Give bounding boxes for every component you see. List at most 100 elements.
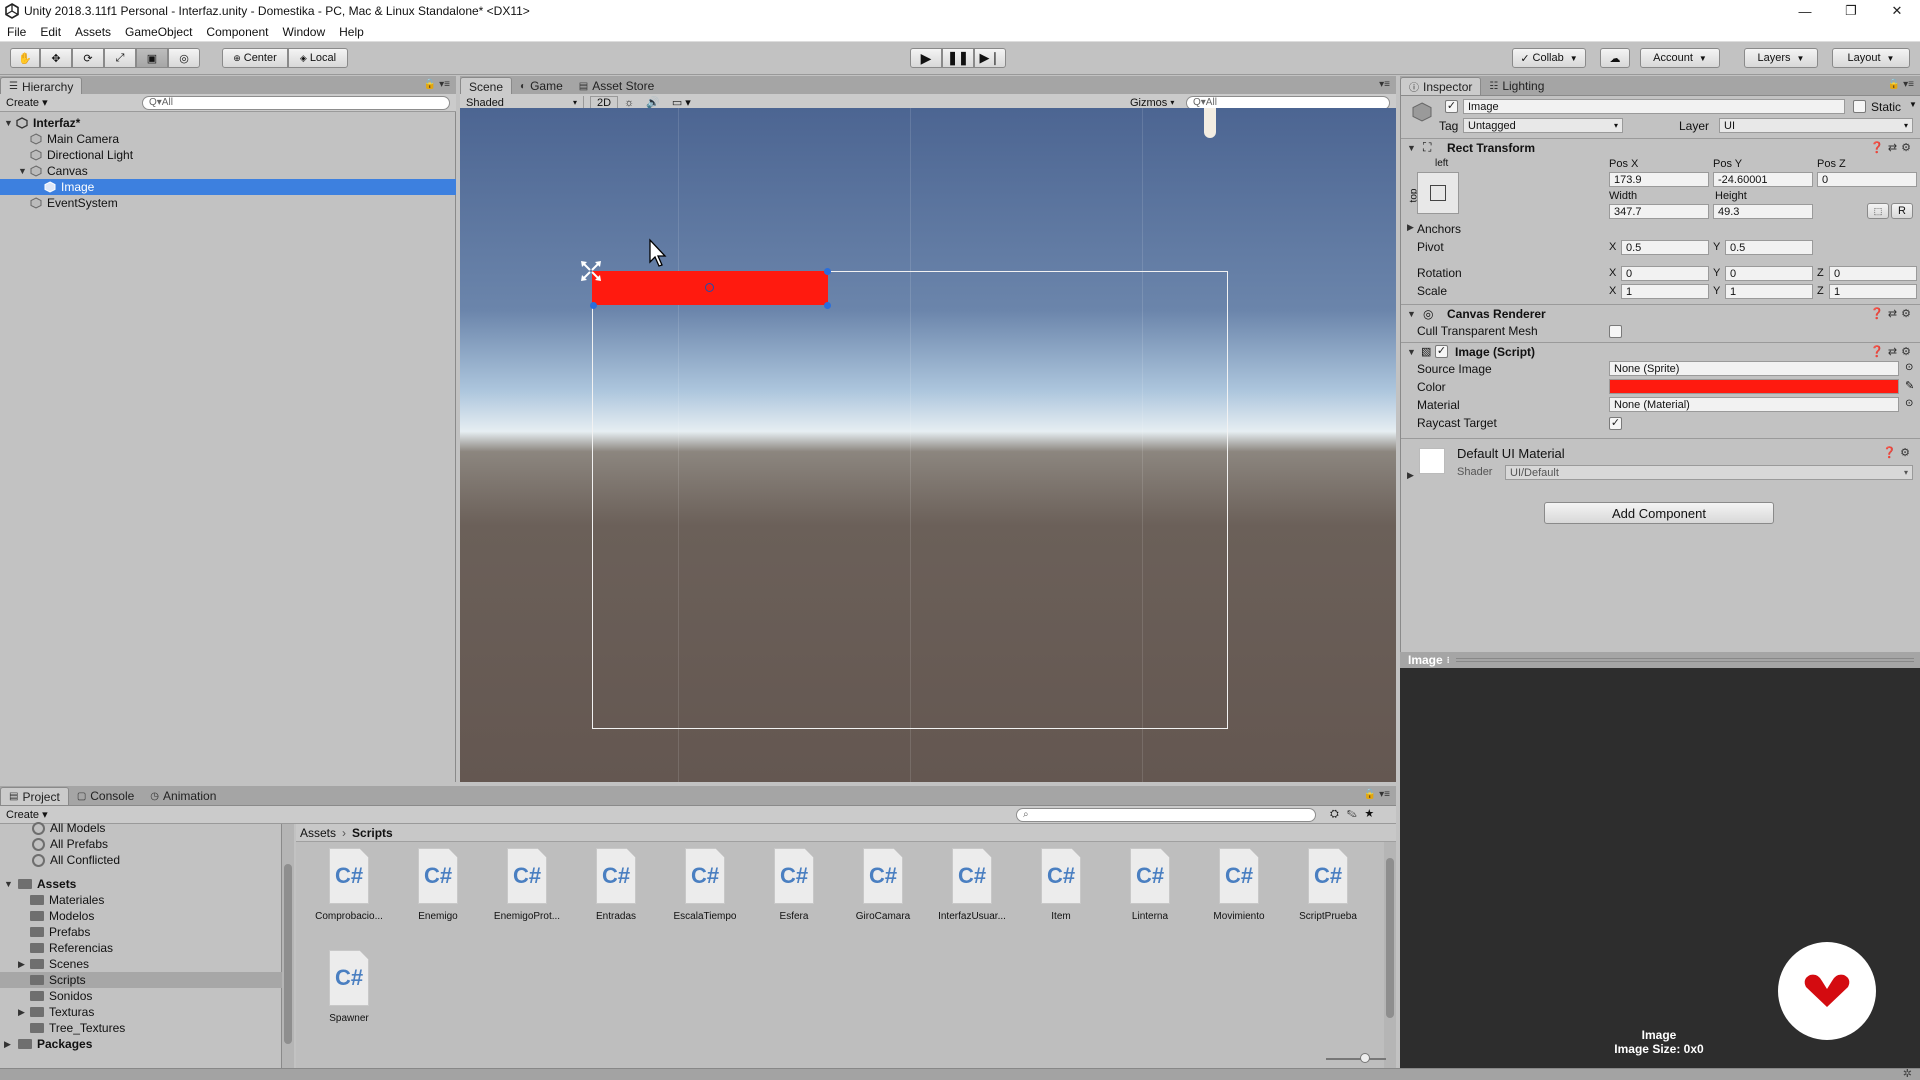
breadcrumb-assets[interactable]: Assets (300, 826, 336, 840)
rect-handle[interactable] (824, 302, 831, 309)
folder-prefabs[interactable]: Prefabs (0, 924, 282, 940)
layer-dropdown[interactable]: UI ▾ (1719, 118, 1913, 133)
hierarchy-search-input[interactable]: Q▾All (142, 95, 450, 110)
pos-y-field[interactable]: -24.60001 (1713, 172, 1813, 187)
image-script-header[interactable]: ▼ ▧ ✓ Image (Script) ❓⇄⚙ (1401, 342, 1920, 360)
pivot-handle[interactable] (705, 283, 714, 292)
asset-scrollbar[interactable] (1384, 842, 1396, 1068)
component-settings-icon[interactable]: ❓⇄⚙ (1870, 141, 1915, 154)
close-button[interactable]: ✕ (1874, 0, 1920, 22)
scale-x-field[interactable]: 1 (1621, 284, 1709, 299)
cloud-button[interactable]: ☁ (1600, 48, 1630, 68)
hierarchy-item-main-camera[interactable]: Main Camera (0, 131, 456, 147)
asset-item[interactable]: C# EnemigoProt... (482, 848, 572, 938)
play-button[interactable]: ▶ (910, 48, 942, 68)
assets-root-row[interactable]: ▼ Assets (0, 876, 282, 892)
folder-tree-textures[interactable]: Tree_Textures (0, 1020, 282, 1036)
tab-lighting[interactable]: ☷ Lighting (1481, 77, 1552, 95)
component-settings-icon[interactable]: ❓⇄⚙ (1870, 345, 1915, 358)
menu-file[interactable]: File (0, 25, 33, 39)
asset-item[interactable]: C# Spawner (304, 950, 394, 1040)
rect-transform-header[interactable]: ▼ ⛶ Rect Transform ❓⇄⚙ (1401, 138, 1920, 156)
material-field[interactable]: None (Material) (1609, 397, 1899, 412)
layout-dropdown[interactable]: Layout ▼ (1832, 48, 1910, 68)
menu-gameobject[interactable]: GameObject (118, 25, 199, 39)
tab-project[interactable]: ▤ Project (0, 787, 69, 805)
expand-arrow-icon[interactable]: ▶ (18, 1007, 28, 1018)
expand-arrow-icon[interactable]: ▶ (4, 1039, 14, 1050)
raycast-target-checkbox[interactable]: ✓ (1609, 417, 1622, 430)
folder-referencias[interactable]: Referencias (0, 940, 282, 956)
hand-tool-button[interactable]: ✋ (10, 48, 40, 68)
preview-dropdown-icon[interactable]: ⁝ (1447, 655, 1450, 666)
favorite-all-models[interactable]: All Models (0, 820, 282, 836)
asset-item[interactable]: C# InterfazUsuar... (927, 848, 1017, 938)
tab-animation[interactable]: ◷ Animation (142, 787, 224, 805)
rotation-z-field[interactable]: 0 (1829, 266, 1917, 281)
asset-item[interactable]: C# Linterna (1105, 848, 1195, 938)
cull-transparent-checkbox[interactable] (1609, 325, 1622, 338)
asset-item[interactable]: C# Item (1016, 848, 1106, 938)
scene-viewport[interactable] (460, 108, 1396, 782)
pos-x-field[interactable]: 173.9 (1609, 172, 1709, 187)
scale-y-field[interactable]: 1 (1725, 284, 1813, 299)
folder-materiales[interactable]: Materiales (0, 892, 282, 908)
asset-item[interactable]: C# Comprobacio... (304, 848, 394, 938)
tab-asset-store[interactable]: ▤ Asset Store (571, 77, 662, 95)
hierarchy-item-directional-light[interactable]: Directional Light (0, 147, 456, 163)
tab-scene[interactable]: Scene (460, 77, 513, 95)
hierarchy-item-image[interactable]: Image (0, 179, 456, 195)
menu-assets[interactable]: Assets (68, 25, 118, 39)
scale-tool-button[interactable]: ⤢ (104, 48, 136, 68)
asset-item[interactable]: C# Entradas (571, 848, 661, 938)
collab-button[interactable]: ✓ Collab ▼ (1512, 48, 1586, 68)
rect-handle[interactable] (824, 268, 831, 275)
asset-item[interactable]: C# GiroCamara (838, 848, 928, 938)
expand-arrow-icon[interactable]: ▶ (1407, 222, 1417, 233)
anchor-presets-button[interactable] (1417, 172, 1459, 214)
blueprint-mode-button[interactable]: ⬚ (1867, 203, 1889, 219)
canvas-renderer-header[interactable]: ▼ ◎ Canvas Renderer ❓⇄⚙ (1401, 304, 1920, 322)
raw-edit-button[interactable]: R (1891, 203, 1913, 219)
hierarchy-scene-row[interactable]: ▼ Interfaz* (0, 115, 456, 131)
object-picker-icon[interactable]: ⊙ (1905, 398, 1913, 409)
component-settings-icon[interactable]: ❓⇄⚙ (1870, 307, 1915, 320)
anchor-handle-icon[interactable] (578, 258, 604, 284)
eyedropper-icon[interactable]: ✎ (1905, 379, 1914, 392)
layers-dropdown[interactable]: Layers ▼ (1744, 48, 1818, 68)
pos-z-field[interactable]: 0 (1817, 172, 1917, 187)
tab-hierarchy[interactable]: ☰ Hierarchy (0, 77, 83, 95)
folder-texturas[interactable]: ▶ Texturas (0, 1004, 282, 1020)
rotation-y-field[interactable]: 0 (1725, 266, 1813, 281)
panel-lock-menu-icon[interactable]: 🔒 ▾≡ (1888, 79, 1914, 90)
folder-modelos[interactable]: Modelos (0, 908, 282, 924)
material-settings-icon[interactable]: ❓⚙ (1882, 446, 1914, 459)
asset-item[interactable]: C# Enemigo (393, 848, 483, 938)
account-dropdown[interactable]: Account ▼ (1640, 48, 1720, 68)
asset-item[interactable]: C# ScriptPrueba (1283, 848, 1373, 938)
asset-item[interactable]: C# EscalaTiempo (660, 848, 750, 938)
light-gizmo[interactable] (1204, 108, 1216, 138)
rotation-x-field[interactable]: 0 (1621, 266, 1709, 281)
panel-lock-menu-icon[interactable]: 🔒 ▾≡ (424, 79, 450, 90)
pivot-x-field[interactable]: 0.5 (1621, 240, 1709, 255)
tag-dropdown[interactable]: Untagged ▾ (1463, 118, 1623, 133)
preview-header[interactable]: Image ⁝ (1400, 652, 1920, 668)
panel-menu-icon[interactable]: ▾≡ (1379, 79, 1390, 90)
collapse-arrow-icon[interactable]: ▼ (1407, 347, 1417, 357)
project-search-input[interactable]: ⌕ (1016, 807, 1316, 822)
breadcrumb-scripts[interactable]: Scripts (352, 826, 393, 840)
static-checkbox[interactable] (1853, 100, 1866, 113)
tab-console[interactable]: ▢ Console (69, 787, 142, 805)
scale-z-field[interactable]: 1 (1829, 284, 1917, 299)
add-component-button[interactable]: Add Component (1544, 502, 1774, 524)
favorite-all-conflicted[interactable]: All Conflicted (0, 852, 282, 868)
active-checkbox[interactable]: ✓ (1445, 100, 1458, 113)
hierarchy-item-eventsystem[interactable]: EventSystem (0, 195, 456, 211)
menu-help[interactable]: Help (332, 25, 371, 39)
folder-scripts[interactable]: Scripts (0, 972, 282, 988)
move-tool-button[interactable]: ✥ (40, 48, 72, 68)
filter-icons[interactable]: ⛭✎★ (1330, 808, 1382, 821)
menu-window[interactable]: Window (275, 25, 332, 39)
height-field[interactable]: 49.3 (1713, 204, 1813, 219)
